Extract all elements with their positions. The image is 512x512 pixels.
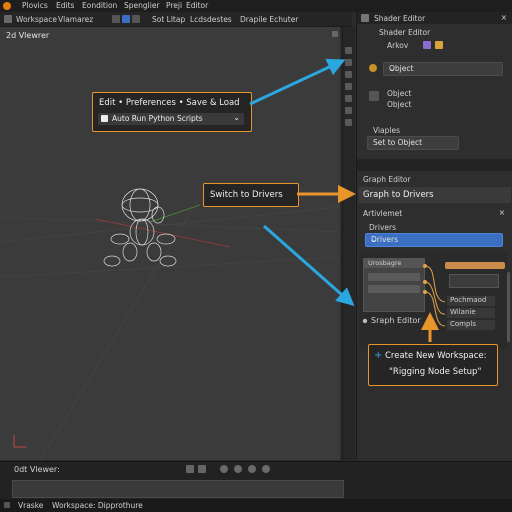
status-icon — [4, 502, 10, 508]
annotation-arrows — [249, 58, 439, 342]
record-icon[interactable] — [262, 465, 270, 473]
timeline-controls[interactable] — [186, 465, 306, 474]
keyframe-icon-2[interactable] — [234, 465, 242, 473]
loop-icon[interactable] — [248, 465, 256, 473]
timeline-track[interactable] — [12, 480, 344, 498]
keyframe-icon[interactable] — [220, 465, 228, 473]
arrow-to-graph-editor — [263, 224, 355, 306]
timeline-panel: 0dt Vlewer: — [0, 461, 512, 500]
arrow-to-preferences — [249, 58, 346, 106]
timeline-label: 0dt Vlewer: — [14, 465, 60, 474]
status-workspace-text: Workspace: Dipprothure — [52, 501, 143, 510]
stop-icon[interactable] — [198, 465, 206, 473]
play-icon[interactable] — [186, 465, 194, 473]
status-bar: Vraske Workspace: Dipprothure — [0, 499, 512, 512]
status-left-text: Vraske — [18, 501, 44, 510]
